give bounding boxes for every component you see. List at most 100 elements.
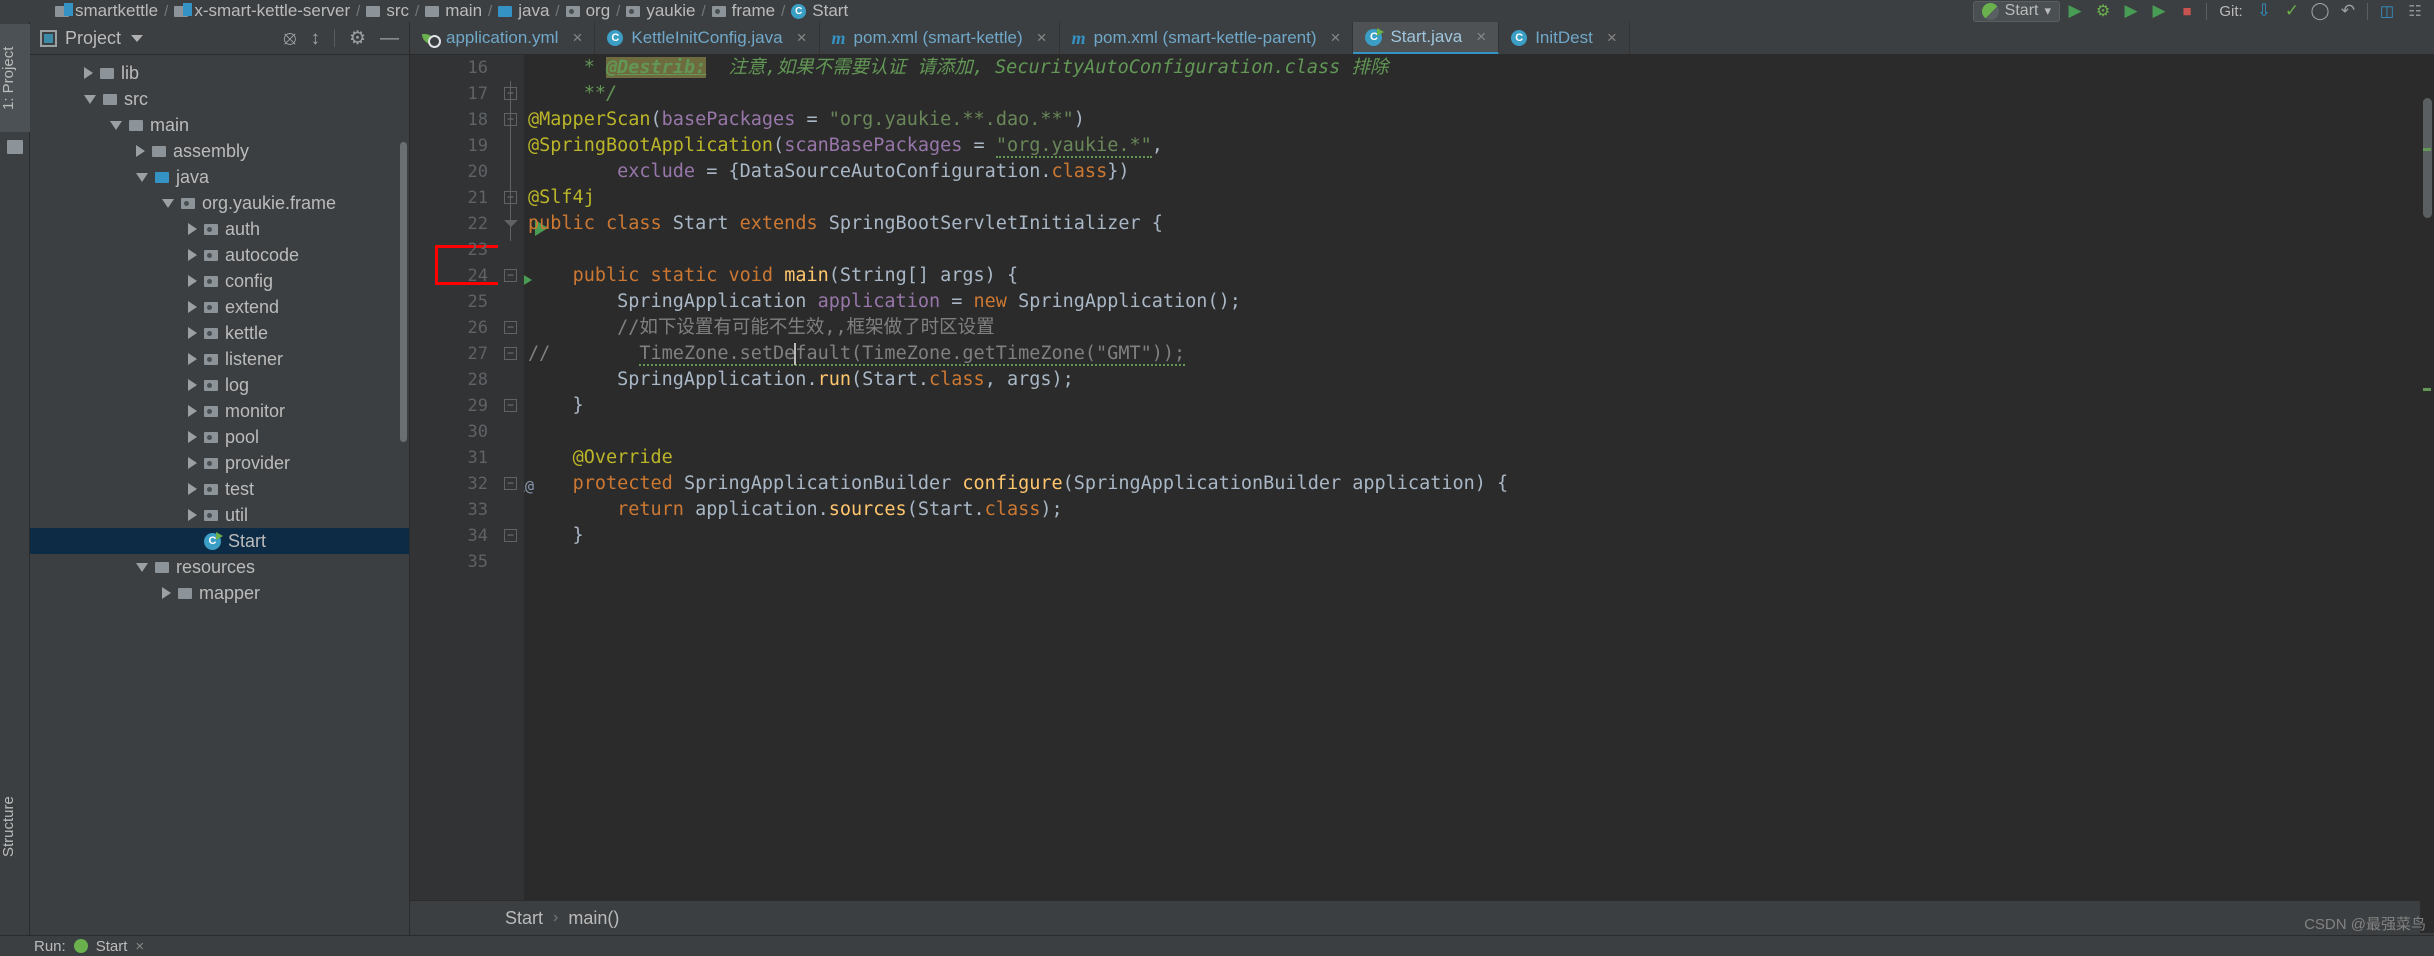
tree-item-test[interactable]: test — [30, 476, 409, 502]
scrollbar-thumb[interactable] — [2423, 98, 2432, 218]
tree-item-mapper[interactable]: mapper — [30, 580, 409, 606]
code-line[interactable]: return application.sources(Start.class); — [524, 497, 2434, 523]
code-line[interactable]: **/ — [524, 81, 2434, 107]
close-icon[interactable]: × — [1476, 27, 1486, 47]
database-button[interactable]: ◫ — [2374, 1, 2400, 22]
chevron-right-icon[interactable] — [188, 223, 197, 235]
chevron-right-icon[interactable] — [188, 405, 197, 417]
breadcrumb-item-java[interactable]: java — [498, 1, 549, 21]
chevron-right-icon[interactable] — [188, 483, 197, 495]
editor-tab-pom-xml-smart-kettle-[interactable]: m pom.xml (smart-kettle) × — [820, 22, 1060, 54]
fold-marker[interactable]: − — [498, 81, 524, 107]
code-line[interactable]: SpringApplication.run(Start.class, args)… — [524, 367, 2434, 393]
fold-toggle-icon[interactable]: − — [504, 321, 517, 334]
run-tool-window-label[interactable]: Run: — [34, 938, 66, 955]
chevron-right-icon[interactable] — [136, 145, 145, 157]
editor-tab-bar[interactable]: application.yml × C KettleInitConfig.java × m… — [410, 22, 2434, 55]
tool-window-tab-structure[interactable]: Structure — [0, 762, 30, 892]
tree-item-resources[interactable]: resources — [30, 554, 409, 580]
editor-scrollbar[interactable] — [2420, 88, 2434, 933]
chevron-down-icon[interactable] — [110, 120, 122, 130]
run-with-coverage-button[interactable]: ▶ — [2118, 1, 2144, 22]
breadcrumb-item-frame[interactable]: frame — [711, 1, 775, 21]
tree-item-java[interactable]: java — [30, 164, 409, 190]
chevron-right-icon[interactable] — [84, 67, 93, 79]
editor-gutter[interactable]: 16 17 18 19 20 21 22 23 24 25 26 27 28 29 30 31 32 ▲@ 33 34… — [410, 55, 548, 900]
chevron-down-icon[interactable]: ▾ — [2044, 3, 2051, 19]
fold-marker[interactable]: − — [498, 263, 524, 289]
fold-marker[interactable]: − — [498, 471, 524, 497]
editor-tab-kettleinitconfig-java[interactable]: C KettleInitConfig.java × — [595, 22, 820, 54]
chevron-right-icon[interactable] — [188, 353, 197, 365]
chevron-right-icon[interactable] — [188, 249, 197, 261]
tree-item-org-yaukie-frame[interactable]: org.yaukie.frame — [30, 190, 409, 216]
chevron-right-icon[interactable] — [188, 457, 197, 469]
tree-item-lib[interactable]: lib — [30, 60, 409, 86]
tree-item-util[interactable]: util — [30, 502, 409, 528]
editor-tab-pom-xml-smart-kettle-parent-[interactable]: m pom.xml (smart-kettle-parent) × — [1060, 22, 1354, 54]
code-line[interactable]: * @Destrib: 注意,如果不需要认证 请添加, SecurityAuto… — [524, 55, 2434, 81]
code-content[interactable]: * @Destrib: 注意,如果不需要认证 请添加, SecurityAuto… — [524, 55, 2434, 900]
run-configuration-selector[interactable]: Start ▾ — [1972, 0, 2060, 22]
breadcrumb-method[interactable]: main() — [568, 908, 619, 929]
code-line[interactable]: @Override — [524, 445, 2434, 471]
chevron-right-icon[interactable] — [188, 379, 197, 391]
code-line[interactable]: protected SpringApplicationBuilder confi… — [524, 471, 2434, 497]
close-icon[interactable]: × — [1331, 28, 1341, 48]
fold-toggle-icon[interactable]: − — [504, 269, 517, 282]
commit-button[interactable]: ✓ — [2279, 1, 2305, 22]
code-line[interactable]: @SpringBootApplication(scanBasePackages … — [524, 133, 2434, 159]
chevron-down-icon[interactable] — [136, 172, 148, 182]
breadcrumb-item-yaukie[interactable]: yaukie — [626, 1, 695, 21]
tree-item-config[interactable]: config — [30, 268, 409, 294]
hide-icon[interactable]: — — [380, 29, 399, 48]
undo-button[interactable]: ↶ — [2335, 1, 2361, 22]
code-line[interactable]: //如下设置有可能不生效,,框架做了时区设置 — [524, 315, 2434, 341]
tree-item-assembly[interactable]: assembly — [30, 138, 409, 164]
code-line[interactable] — [524, 549, 2434, 575]
chevron-down-icon[interactable] — [136, 562, 148, 572]
code-line[interactable]: @Slf4j — [524, 185, 2434, 211]
fold-marker[interactable]: − — [498, 107, 524, 133]
chevron-right-icon[interactable] — [162, 587, 171, 599]
tool-window-tab-project[interactable]: 1: Project — [0, 24, 30, 132]
breadcrumb-item-main[interactable]: main — [425, 1, 482, 21]
fold-toggle-icon[interactable]: − — [504, 529, 517, 542]
code-line[interactable]: SpringApplication application = new Spri… — [524, 289, 2434, 315]
code-line[interactable]: public static void main(String[] args) { — [524, 263, 2434, 289]
editor-tab-application-yml[interactable]: application.yml × — [410, 22, 596, 54]
tree-item-extend[interactable]: extend — [30, 294, 409, 320]
close-icon[interactable]: × — [1607, 28, 1617, 48]
locate-icon[interactable]: ⦻ — [283, 28, 296, 48]
code-line[interactable]: @MapperScan(basePackages = "org.yaukie.*… — [524, 107, 2434, 133]
tree-item-src[interactable]: src — [30, 86, 409, 112]
tree-item-main[interactable]: main — [30, 112, 409, 138]
breadcrumb-class[interactable]: Start — [505, 908, 543, 929]
fold-marker[interactable]: − — [498, 393, 524, 419]
tree-item-kettle[interactable]: kettle — [30, 320, 409, 346]
chevron-right-icon[interactable] — [188, 301, 197, 313]
gear-icon[interactable]: ⚙ — [349, 29, 366, 48]
fold-toggle-icon[interactable] — [504, 220, 518, 227]
chevron-right-icon[interactable] — [188, 327, 197, 339]
chevron-right-icon[interactable] — [188, 275, 197, 287]
code-line[interactable]: public class Start extends SpringBootSer… — [524, 211, 2434, 237]
fold-marker[interactable]: − — [498, 523, 524, 549]
profile-button[interactable]: ▶ — [2146, 1, 2172, 22]
project-tree[interactable]: lib src main assembly java org.yaukie.frame au… — [30, 55, 409, 606]
maven-button[interactable]: ☷ — [2402, 1, 2428, 22]
code-editor[interactable]: 16 17 18 19 20 21 22 23 24 25 26 27 28 29 30 31 32 ▲@ 33 34… — [410, 55, 2434, 933]
favorites-icon[interactable] — [7, 140, 23, 154]
history-button[interactable]: ◯ — [2307, 1, 2333, 22]
chevron-down-icon[interactable] — [84, 94, 96, 104]
code-folding-column[interactable]: −−−−−−−−− — [498, 55, 524, 900]
tree-item-log[interactable]: log — [30, 372, 409, 398]
tree-item-listener[interactable]: listener — [30, 346, 409, 372]
breadcrumb-item-x-smart-kettle-server[interactable]: x-smart-kettle-server — [174, 1, 350, 21]
fold-marker[interactable]: − — [498, 341, 524, 367]
chevron-right-icon[interactable] — [188, 509, 197, 521]
run-tab-label[interactable]: Start — [96, 938, 128, 955]
fold-marker[interactable]: − — [498, 315, 524, 341]
breadcrumb[interactable]: smartkettle / x-smart-kettle-server / src / ma… — [0, 1, 854, 21]
breadcrumb-item-org[interactable]: org — [565, 1, 610, 21]
